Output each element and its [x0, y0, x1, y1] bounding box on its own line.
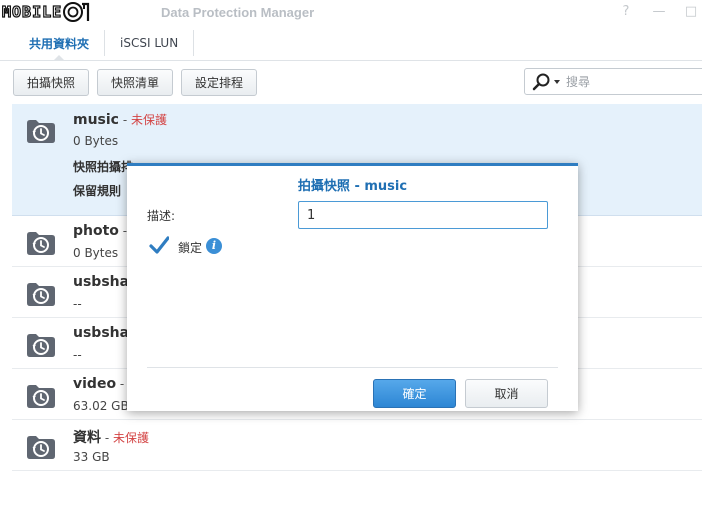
- app-title: Data Protection Manager: [161, 5, 315, 20]
- tab-shared-folders[interactable]: 共用資料夾: [14, 26, 104, 61]
- folder-name: video -: [73, 376, 125, 392]
- take-snapshot-button[interactable]: 拍攝快照: [13, 69, 90, 96]
- folder-name: 資料 - 未保護: [73, 430, 149, 446]
- ok-button[interactable]: 確定: [373, 379, 456, 408]
- folder-size: --: [73, 348, 82, 362]
- tab-iscsi-lun[interactable]: iSCSI LUN: [105, 26, 193, 60]
- search-box[interactable]: [524, 68, 702, 95]
- dialog-title: 拍攝快照 - music: [297, 179, 408, 194]
- folder-name: usbsha: [73, 274, 130, 290]
- maximize-button[interactable]: □: [682, 4, 700, 20]
- cancel-button[interactable]: 取消: [465, 379, 548, 408]
- retention-policy-label: 保留規則: [73, 184, 122, 198]
- folder-history-icon: [26, 332, 56, 358]
- tab-label: iSCSI LUN: [120, 36, 179, 50]
- folder-history-icon: [26, 434, 56, 460]
- tab-label: 共用資料夾: [29, 36, 90, 51]
- dialog-divider: [147, 367, 558, 368]
- folder-size: 33 GB: [73, 450, 110, 464]
- chevron-down-icon[interactable]: [554, 79, 560, 84]
- folder-size: 63.02 GB: [73, 399, 129, 413]
- take-snapshot-dialog: 拍攝快照 - music 描述: 鎖定 i 確定 取消: [127, 163, 578, 411]
- folder-history-icon: [26, 383, 56, 409]
- info-icon[interactable]: i: [206, 238, 222, 254]
- tab-bar: 共用資料夾 iSCSI LUN: [14, 26, 195, 61]
- folder-name: photo -: [73, 223, 128, 239]
- tab-divider: [193, 30, 195, 56]
- logo: MOBILE: [1, 1, 91, 23]
- folder-history-icon: [26, 230, 56, 256]
- title-bar: MOBILE Data Protection Manager ? — □: [0, 0, 702, 26]
- folder-size: 0 Bytes: [73, 134, 119, 148]
- status-badge: 未保護: [112, 431, 149, 445]
- folder-name: music - 未保護: [73, 112, 167, 128]
- description-label: 描述:: [147, 209, 176, 223]
- lock-label: 鎖定: [178, 241, 203, 255]
- search-icon[interactable]: [531, 71, 553, 93]
- search-input[interactable]: [566, 74, 696, 89]
- tabs-underline: [0, 60, 702, 61]
- snapshot-schedule-label: 快照拍攝排: [73, 160, 134, 174]
- status-badge: 未保護: [130, 113, 167, 127]
- snapshot-list-button[interactable]: 快照清單: [97, 69, 174, 96]
- minimize-button[interactable]: —: [650, 4, 668, 20]
- set-schedule-button[interactable]: 設定排程: [181, 69, 258, 96]
- description-input[interactable]: [298, 201, 548, 229]
- logo-mark-icon: [63, 1, 91, 23]
- list-item[interactable]: 資料 - 未保護 33 GB: [12, 420, 702, 471]
- folder-history-icon: [26, 118, 56, 144]
- help-button[interactable]: ?: [617, 4, 635, 20]
- folder-history-icon: [26, 281, 56, 307]
- folder-name: usbsha: [73, 325, 130, 341]
- folder-size: --: [73, 297, 82, 311]
- lock-checkbox[interactable]: [149, 236, 170, 256]
- logo-text: MOBILE: [1, 2, 63, 21]
- folder-size: 0 Bytes: [73, 246, 119, 260]
